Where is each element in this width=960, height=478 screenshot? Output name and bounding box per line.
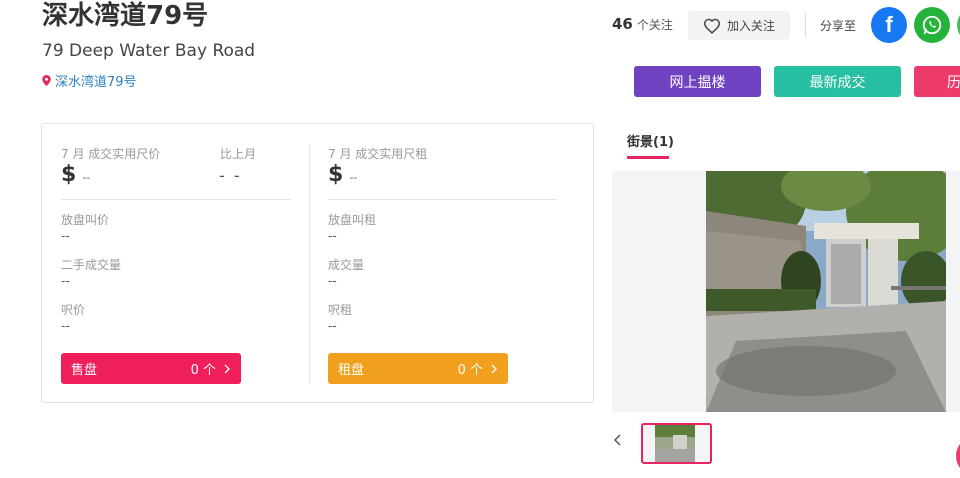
sale-price-label: 7 月 成交实用尺价 <box>61 147 161 161</box>
follow-count: 46 个关注 <box>612 15 673 33</box>
chevron-left-icon <box>613 434 621 446</box>
left-divider <box>61 199 291 200</box>
asking-price-label: 放盘叫价 <box>61 213 110 227</box>
latest-deals-button[interactable]: 最新成交 <box>774 66 901 97</box>
secondhand-volume-label: 二手成交量 <box>61 258 122 272</box>
rent-price: $ -- <box>328 162 357 187</box>
sale-price-value: -- <box>82 171 91 184</box>
history-button[interactable]: 历 <box>914 66 960 97</box>
location-text: 深水湾道79号 <box>55 75 137 90</box>
rent-price-label: 7 月 成交实用尺租 <box>328 147 428 161</box>
right-divider <box>328 199 557 200</box>
mom-value: - - <box>219 166 242 185</box>
share-label: 分享至 <box>820 19 857 33</box>
per-sqft-value: -- <box>61 319 70 333</box>
rent-per-sqft-value: -- <box>328 319 337 333</box>
column-divider <box>309 144 310 384</box>
asking-rent-label: 放盘叫租 <box>328 213 377 227</box>
location-link[interactable]: 深水湾道79号 <box>42 71 137 90</box>
map-pin-icon <box>42 75 51 86</box>
street-view-photo <box>706 171 946 412</box>
sale-listings-label: 售盘 <box>71 363 98 378</box>
rent-listings-button[interactable]: 租盘 0 个 <box>328 353 508 384</box>
street-view-viewer[interactable] <box>612 171 960 412</box>
asking-rent-value: -- <box>328 229 337 243</box>
follow-count-number: 46 <box>612 15 633 33</box>
mom-label: 比上月 <box>220 147 257 161</box>
follow-button[interactable]: 加入关注 <box>688 11 790 40</box>
floating-action-button[interactable] <box>956 436 960 476</box>
sale-price: $ -- <box>61 162 90 187</box>
heart-icon <box>703 18 720 34</box>
tab-active-indicator <box>627 156 669 159</box>
sale-listings-count: 0 个 <box>190 363 216 378</box>
page-subtitle: 79 Deep Water Bay Road <box>42 41 256 61</box>
facebook-share-button[interactable]: f <box>871 7 907 43</box>
whatsapp-share-button[interactable] <box>914 7 950 43</box>
tab-street-view[interactable]: 街景(1) <box>627 131 674 150</box>
secondhand-volume-value: -- <box>61 274 70 288</box>
facebook-icon: f <box>885 12 893 37</box>
rent-currency: $ <box>328 162 344 187</box>
asking-price-value: -- <box>61 229 70 243</box>
online-viewing-button[interactable]: 网上揾楼 <box>634 66 761 97</box>
follow-count-unit: 个关注 <box>636 18 673 32</box>
chevron-right-icon <box>491 364 497 373</box>
rent-per-sqft-label: 呎租 <box>328 303 353 317</box>
rent-listings-count: 0 个 <box>457 363 483 378</box>
gallery-thumbnail[interactable] <box>641 423 712 464</box>
rent-listings-label: 租盘 <box>338 363 365 378</box>
sale-currency: $ <box>61 162 77 187</box>
gallery-prev-button[interactable] <box>613 434 622 450</box>
stats-card: 7 月 成交实用尺价 $ -- 比上月 - - 放盘叫价 -- 二手成交量 --… <box>41 123 594 403</box>
rent-price-value: -- <box>349 171 358 184</box>
rent-volume-label: 成交量 <box>328 258 365 272</box>
header-divider <box>805 13 806 38</box>
whatsapp-icon <box>922 15 942 35</box>
chevron-right-icon <box>224 364 230 373</box>
per-sqft-label: 呎价 <box>61 303 86 317</box>
rent-volume-value: -- <box>328 274 337 288</box>
page-title: 深水湾道79号 <box>42 1 209 31</box>
thumbnail-image <box>655 425 695 462</box>
sale-listings-button[interactable]: 售盘 0 个 <box>61 353 241 384</box>
follow-button-label: 加入关注 <box>726 19 775 33</box>
